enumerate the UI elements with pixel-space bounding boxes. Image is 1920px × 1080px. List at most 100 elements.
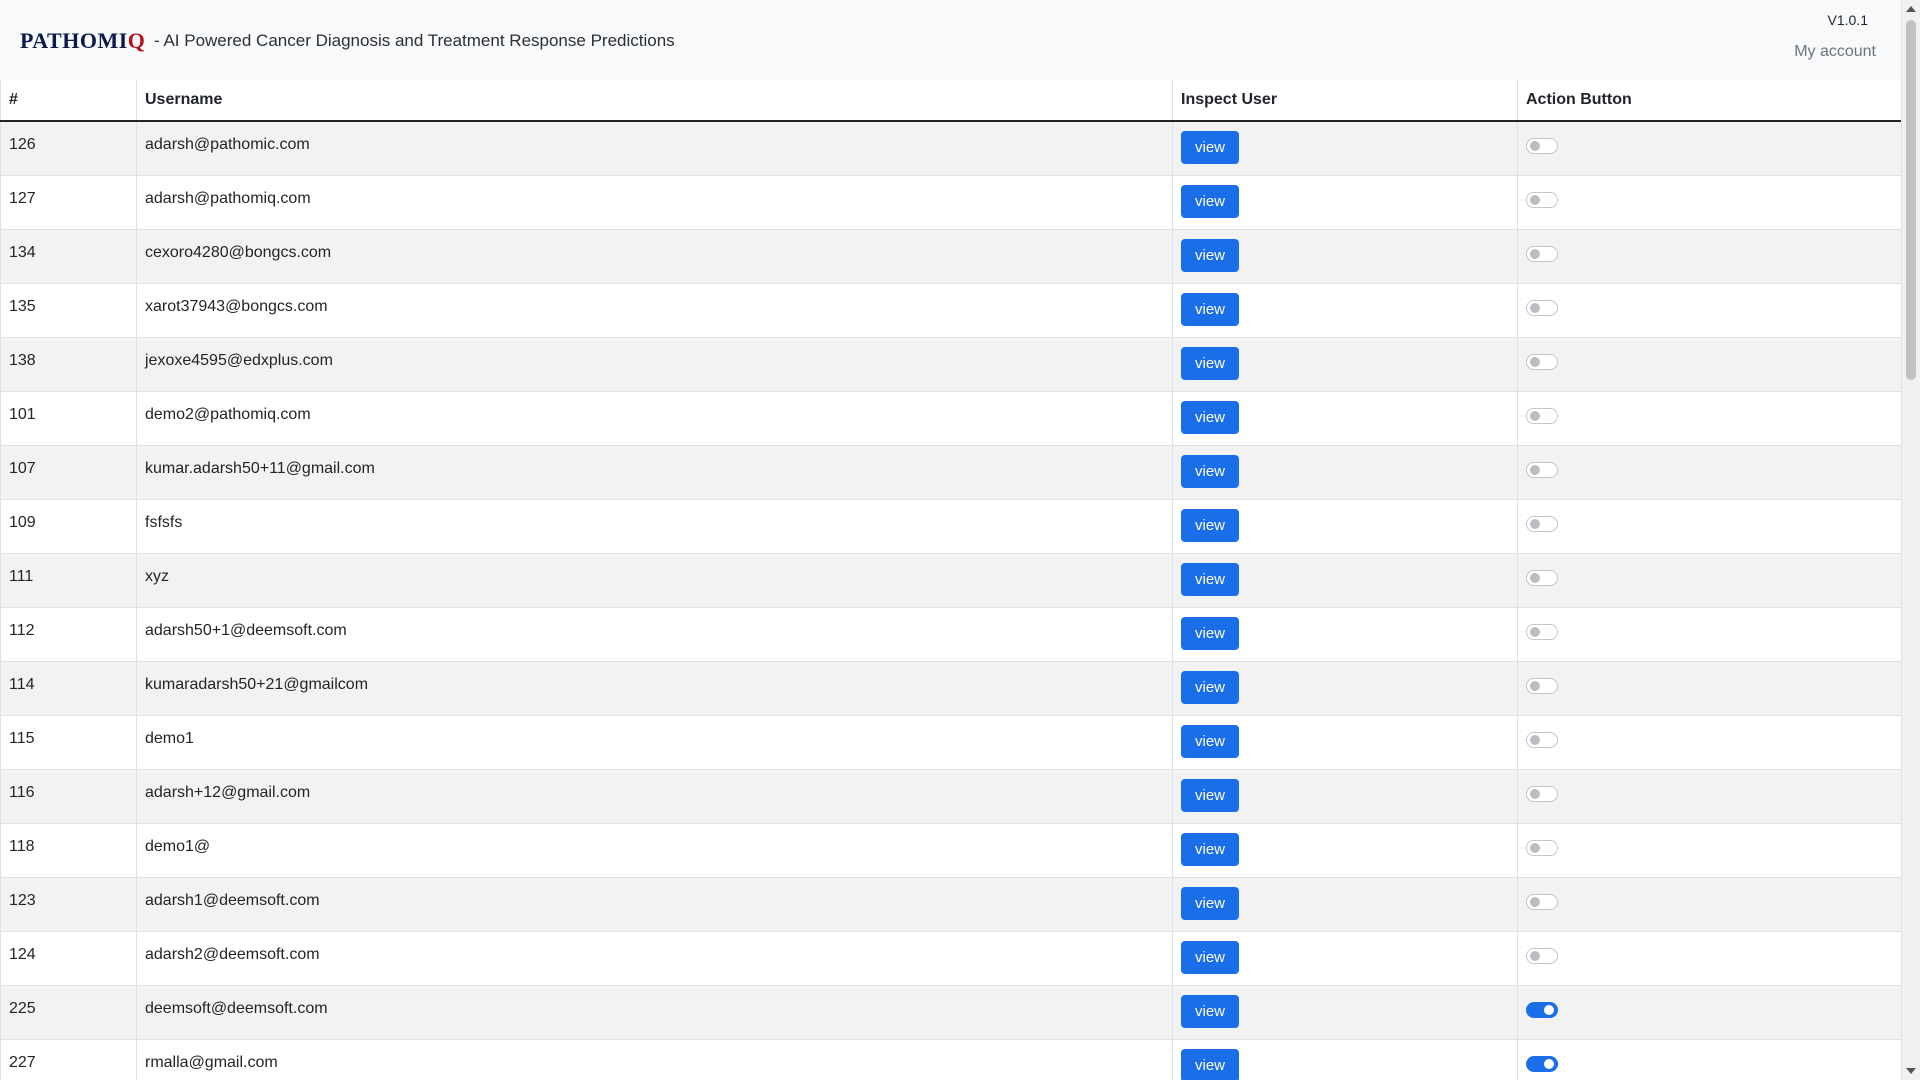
table-row: 123 adarsh1@deemsoft.com view bbox=[0, 877, 1902, 932]
user-status-toggle[interactable] bbox=[1526, 893, 1558, 910]
user-status-toggle[interactable] bbox=[1526, 299, 1558, 316]
table-row: 225 deemsoft@deemsoft.com view bbox=[0, 985, 1902, 1040]
user-id-cell: 135 bbox=[0, 283, 137, 338]
username-cell: demo1@ bbox=[136, 823, 1173, 878]
username-cell: deemsoft@deemsoft.com bbox=[136, 985, 1173, 1040]
view-user-button[interactable]: view bbox=[1181, 292, 1240, 326]
user-status-toggle[interactable] bbox=[1526, 407, 1558, 424]
view-user-button[interactable]: view bbox=[1181, 184, 1240, 218]
action-button-cell bbox=[1517, 985, 1902, 1040]
username-cell: xarot37943@bongcs.com bbox=[136, 283, 1173, 338]
inspect-user-cell: view bbox=[1172, 661, 1518, 716]
view-user-button[interactable]: view bbox=[1181, 778, 1240, 812]
view-user-button[interactable]: view bbox=[1181, 994, 1240, 1028]
top-navbar: PATHOMIQ - AI Powered Cancer Diagnosis a… bbox=[0, 0, 1902, 81]
view-user-button[interactable]: view bbox=[1181, 400, 1240, 434]
table-row: 127 adarsh@pathomiq.com view bbox=[0, 175, 1902, 230]
user-status-toggle[interactable] bbox=[1526, 785, 1558, 802]
toggle-knob bbox=[1530, 680, 1540, 691]
table-row: 111 xyz view bbox=[0, 553, 1902, 608]
user-status-toggle[interactable] bbox=[1526, 138, 1558, 154]
username-cell: adarsh@pathomiq.com bbox=[136, 175, 1173, 230]
user-status-toggle[interactable] bbox=[1526, 731, 1558, 748]
toggle-knob bbox=[1530, 410, 1540, 421]
table-row: 101 demo2@pathomiq.com view bbox=[0, 391, 1902, 446]
username-cell: rmalla@gmail.com bbox=[136, 1039, 1173, 1080]
user-status-toggle[interactable] bbox=[1526, 1001, 1558, 1018]
action-button-cell bbox=[1517, 823, 1902, 878]
user-id-cell: 124 bbox=[0, 931, 137, 986]
view-user-button[interactable]: view bbox=[1181, 508, 1240, 542]
view-user-button[interactable]: view bbox=[1181, 238, 1240, 272]
toggle-knob bbox=[1530, 356, 1540, 367]
inspect-user-cell: view bbox=[1172, 931, 1518, 986]
user-status-toggle[interactable] bbox=[1526, 515, 1558, 532]
user-status-toggle[interactable] bbox=[1526, 677, 1558, 694]
inspect-user-cell: view bbox=[1172, 607, 1518, 662]
scrollbar-thumb[interactable] bbox=[1906, 20, 1916, 380]
view-user-button[interactable]: view bbox=[1181, 1048, 1240, 1080]
toggle-knob bbox=[1530, 141, 1540, 151]
view-user-button[interactable]: view bbox=[1181, 131, 1240, 164]
user-status-toggle[interactable] bbox=[1526, 191, 1558, 208]
user-status-toggle[interactable] bbox=[1526, 839, 1558, 856]
toggle-knob bbox=[1530, 950, 1540, 961]
scroll-up-arrow-icon[interactable] bbox=[1906, 6, 1916, 12]
inspect-user-cell: view bbox=[1172, 823, 1518, 878]
action-button-cell bbox=[1517, 391, 1902, 446]
view-user-button[interactable]: view bbox=[1181, 454, 1240, 488]
user-id-cell: 101 bbox=[0, 391, 137, 446]
view-user-button[interactable]: view bbox=[1181, 670, 1240, 704]
user-id-cell: 116 bbox=[0, 769, 137, 824]
inspect-user-cell: view bbox=[1172, 337, 1518, 392]
user-status-toggle[interactable] bbox=[1526, 353, 1558, 370]
brand-tagline: - AI Powered Cancer Diagnosis and Treatm… bbox=[154, 31, 675, 50]
inspect-user-cell: view bbox=[1172, 1039, 1518, 1080]
toggle-knob bbox=[1544, 1004, 1554, 1015]
username-cell: adarsh+12@gmail.com bbox=[136, 769, 1173, 824]
view-user-button[interactable]: view bbox=[1181, 940, 1240, 974]
view-user-button[interactable]: view bbox=[1181, 562, 1240, 596]
action-button-cell bbox=[1517, 1039, 1902, 1080]
action-button-cell bbox=[1517, 283, 1902, 338]
user-status-toggle[interactable] bbox=[1526, 947, 1558, 964]
table-row: 107 kumar.adarsh50+11@gmail.com view bbox=[0, 445, 1902, 500]
view-user-button[interactable]: view bbox=[1181, 346, 1240, 380]
user-status-toggle[interactable] bbox=[1526, 623, 1558, 640]
inspect-user-cell: view bbox=[1172, 769, 1518, 824]
username-cell: adarsh50+1@deemsoft.com bbox=[136, 607, 1173, 662]
column-header-inspect-user: Inspect User bbox=[1172, 80, 1518, 122]
vertical-scrollbar[interactable] bbox=[1901, 0, 1920, 1080]
inspect-user-cell: view bbox=[1172, 985, 1518, 1040]
brand-logo[interactable]: PATHOMIQ bbox=[20, 28, 145, 54]
toggle-knob bbox=[1530, 302, 1540, 313]
table-row: 116 adarsh+12@gmail.com view bbox=[0, 769, 1902, 824]
column-header-id: # bbox=[0, 80, 137, 122]
user-status-toggle[interactable] bbox=[1526, 245, 1558, 262]
view-user-button[interactable]: view bbox=[1181, 616, 1240, 650]
view-user-button[interactable]: view bbox=[1181, 724, 1240, 758]
action-button-cell bbox=[1517, 445, 1902, 500]
toggle-knob bbox=[1544, 1058, 1554, 1069]
view-user-button[interactable]: view bbox=[1181, 832, 1240, 866]
user-status-toggle[interactable] bbox=[1526, 461, 1558, 478]
version-label: V1.0.1 bbox=[1827, 12, 1868, 28]
toggle-knob bbox=[1530, 248, 1540, 259]
scroll-down-arrow-icon[interactable] bbox=[1906, 1068, 1916, 1074]
view-user-button[interactable]: view bbox=[1181, 886, 1240, 920]
my-account-link[interactable]: My account bbox=[1794, 43, 1876, 61]
table-row: 135 xarot37943@bongcs.com view bbox=[0, 283, 1902, 338]
username-cell: jexoxe4595@edxplus.com bbox=[136, 337, 1173, 392]
inspect-user-cell: view bbox=[1172, 499, 1518, 554]
column-header-action-button: Action Button bbox=[1517, 80, 1902, 122]
user-status-toggle[interactable] bbox=[1526, 569, 1558, 586]
toggle-knob bbox=[1530, 842, 1540, 853]
brand-name: PATHOMI bbox=[20, 28, 128, 53]
app-window: PATHOMIQ - AI Powered Cancer Diagnosis a… bbox=[0, 0, 1920, 1080]
users-table-container: # Username Inspect User Action Button 12… bbox=[0, 80, 1902, 1080]
user-status-toggle[interactable] bbox=[1526, 1055, 1558, 1072]
inspect-user-cell: view bbox=[1172, 445, 1518, 500]
username-cell: kumaradarsh50+21@gmailcom bbox=[136, 661, 1173, 716]
action-button-cell bbox=[1517, 607, 1902, 662]
table-row: 112 adarsh50+1@deemsoft.com view bbox=[0, 607, 1902, 662]
